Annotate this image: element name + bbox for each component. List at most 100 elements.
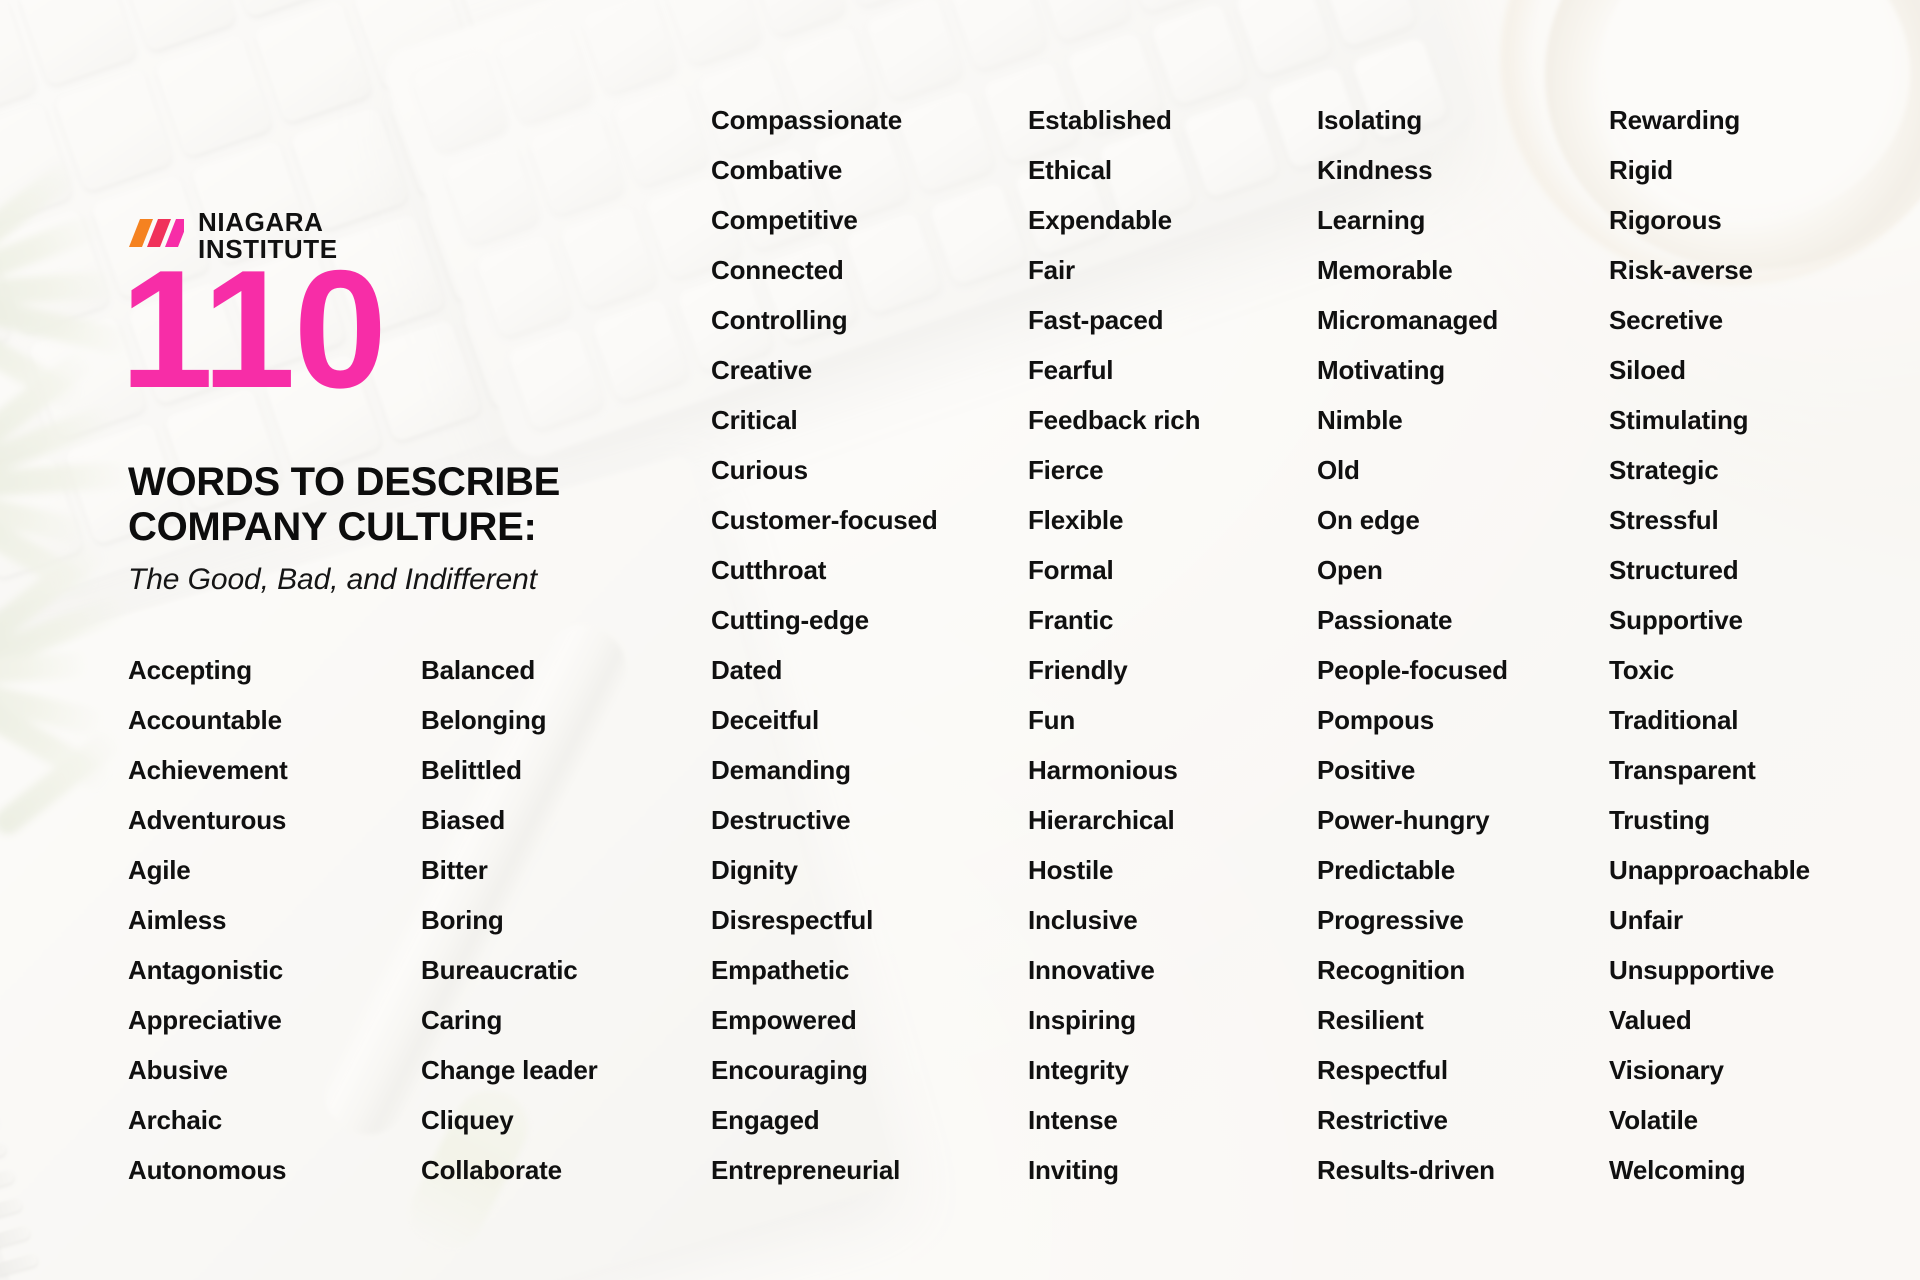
culture-word: Passionate (1317, 605, 1453, 635)
culture-word: Dignity (711, 855, 798, 885)
culture-word: People-focused (1317, 655, 1508, 685)
culture-word: Positive (1317, 755, 1416, 785)
culture-word: Open (1317, 555, 1383, 585)
culture-word: Visionary (1609, 1055, 1724, 1085)
culture-word: Collaborate (421, 1155, 562, 1185)
culture-word: Kindness (1317, 155, 1433, 185)
culture-word: Risk-averse (1609, 255, 1753, 285)
culture-word: Dated (711, 655, 783, 685)
culture-word: Cutting-edge (711, 605, 869, 635)
culture-word: Flexible (1028, 505, 1124, 535)
culture-word: Aimless (128, 905, 227, 935)
culture-word: Nimble (1317, 405, 1403, 435)
culture-word: Change leader (421, 1055, 598, 1085)
culture-word: Restrictive (1317, 1105, 1448, 1135)
culture-word: Isolating (1317, 105, 1423, 135)
culture-word: Inviting (1028, 1155, 1119, 1185)
culture-word: Power-hungry (1317, 805, 1490, 835)
culture-word: Rewarding (1609, 105, 1741, 135)
culture-word: Agile (128, 855, 191, 885)
culture-word: Volatile (1609, 1105, 1698, 1135)
culture-word: Fierce (1028, 455, 1104, 485)
culture-word: Feedback rich (1028, 405, 1201, 435)
word-column-1: Accepting Accountable Achievement Adventuro… (128, 645, 288, 1195)
culture-word: Friendly (1028, 655, 1128, 685)
culture-word: Compassionate (711, 105, 903, 135)
culture-word: Combative (711, 155, 843, 185)
culture-word: Hostile (1028, 855, 1114, 885)
culture-word: Stressful (1609, 505, 1719, 535)
culture-word: Innovative (1028, 955, 1155, 985)
word-list: Accepting Accountable Achievement Adventuro… (0, 0, 1920, 1280)
poster-content: NIAGARA INSTITUTE 110 WORDS TO DESCRIBE … (0, 0, 1920, 1280)
culture-word: Biased (421, 805, 506, 835)
culture-word: Unapproachable (1609, 855, 1810, 885)
culture-word: Structured (1609, 555, 1739, 585)
culture-word: Cutthroat (711, 555, 827, 585)
culture-word: Fair (1028, 255, 1075, 285)
culture-word: Balanced (421, 655, 536, 685)
culture-word: Disrespectful (711, 905, 874, 935)
culture-word: Antagonistic (128, 955, 284, 985)
culture-word: Fearful (1028, 355, 1114, 385)
culture-word: Bureaucratic (421, 955, 578, 985)
culture-word: Traditional (1609, 705, 1739, 735)
culture-word: Autonomous (128, 1155, 287, 1185)
culture-word: Empathetic (711, 955, 850, 985)
culture-word: Results-driven (1317, 1155, 1495, 1185)
culture-word: Demanding (711, 755, 851, 785)
word-column-6: Rewarding Rigid Rigorous Risk-averse Secreti… (1609, 95, 1810, 1195)
culture-word: Siloed (1609, 355, 1686, 385)
culture-word: Progressive (1317, 905, 1464, 935)
culture-word: Strategic (1609, 455, 1719, 485)
culture-word: Trusting (1609, 805, 1710, 835)
culture-word: Curious (711, 455, 808, 485)
culture-word: Critical (711, 405, 798, 435)
culture-word: Old (1317, 455, 1360, 485)
culture-word: Deceitful (711, 705, 820, 735)
culture-word: Resilient (1317, 1005, 1424, 1035)
culture-word: Bitter (421, 855, 488, 885)
culture-word: Empowered (711, 1005, 857, 1035)
culture-word: Memorable (1317, 255, 1453, 285)
culture-word: Accountable (128, 705, 282, 735)
culture-word: Pompous (1317, 705, 1435, 735)
culture-word: Toxic (1609, 655, 1674, 685)
culture-word: Integrity (1028, 1055, 1129, 1085)
culture-word: Unsupportive (1609, 955, 1775, 985)
word-column-5: Isolating Kindness Learning Memorable Microm… (1317, 95, 1508, 1195)
culture-word: Expendable (1028, 205, 1172, 235)
culture-word: Established (1028, 105, 1172, 135)
culture-word: Formal (1028, 555, 1114, 585)
word-column-4: Established Ethical Expendable Fair Fast-pac… (1028, 95, 1200, 1195)
culture-word: Cliquey (421, 1105, 514, 1135)
word-column-3: Compassionate Combative Competitive Connect… (711, 95, 938, 1195)
culture-word: Belittled (421, 755, 522, 785)
culture-word: Belonging (421, 705, 547, 735)
culture-word: Creative (711, 355, 813, 385)
culture-word: Appreciative (128, 1005, 282, 1035)
culture-word: Harmonious (1028, 755, 1178, 785)
culture-word: Recognition (1317, 955, 1466, 985)
culture-word: Respectful (1317, 1055, 1448, 1085)
culture-word: Micromanaged (1317, 305, 1499, 335)
culture-word: Caring (421, 1005, 503, 1035)
culture-word: Ethical (1028, 155, 1112, 185)
culture-word: Rigid (1609, 155, 1673, 185)
culture-word: Engaged (711, 1105, 820, 1135)
culture-word: Archaic (128, 1105, 222, 1135)
culture-word: Encouraging (711, 1055, 868, 1085)
culture-word: Valued (1609, 1005, 1692, 1035)
culture-word: Destructive (711, 805, 851, 835)
culture-word: Controlling (711, 305, 848, 335)
culture-word: Supportive (1609, 605, 1743, 635)
culture-word: Welcoming (1609, 1155, 1746, 1185)
culture-word: Hierarchical (1028, 805, 1175, 835)
culture-word: Motivating (1317, 355, 1445, 385)
culture-word: Learning (1317, 205, 1426, 235)
culture-word: Adventurous (128, 805, 287, 835)
culture-word: Rigorous (1609, 205, 1722, 235)
culture-word: Unfair (1609, 905, 1683, 935)
word-column-2: Balanced Belonging Belittled Biased Bitter Bo… (421, 645, 598, 1195)
culture-word: On edge (1317, 505, 1420, 535)
